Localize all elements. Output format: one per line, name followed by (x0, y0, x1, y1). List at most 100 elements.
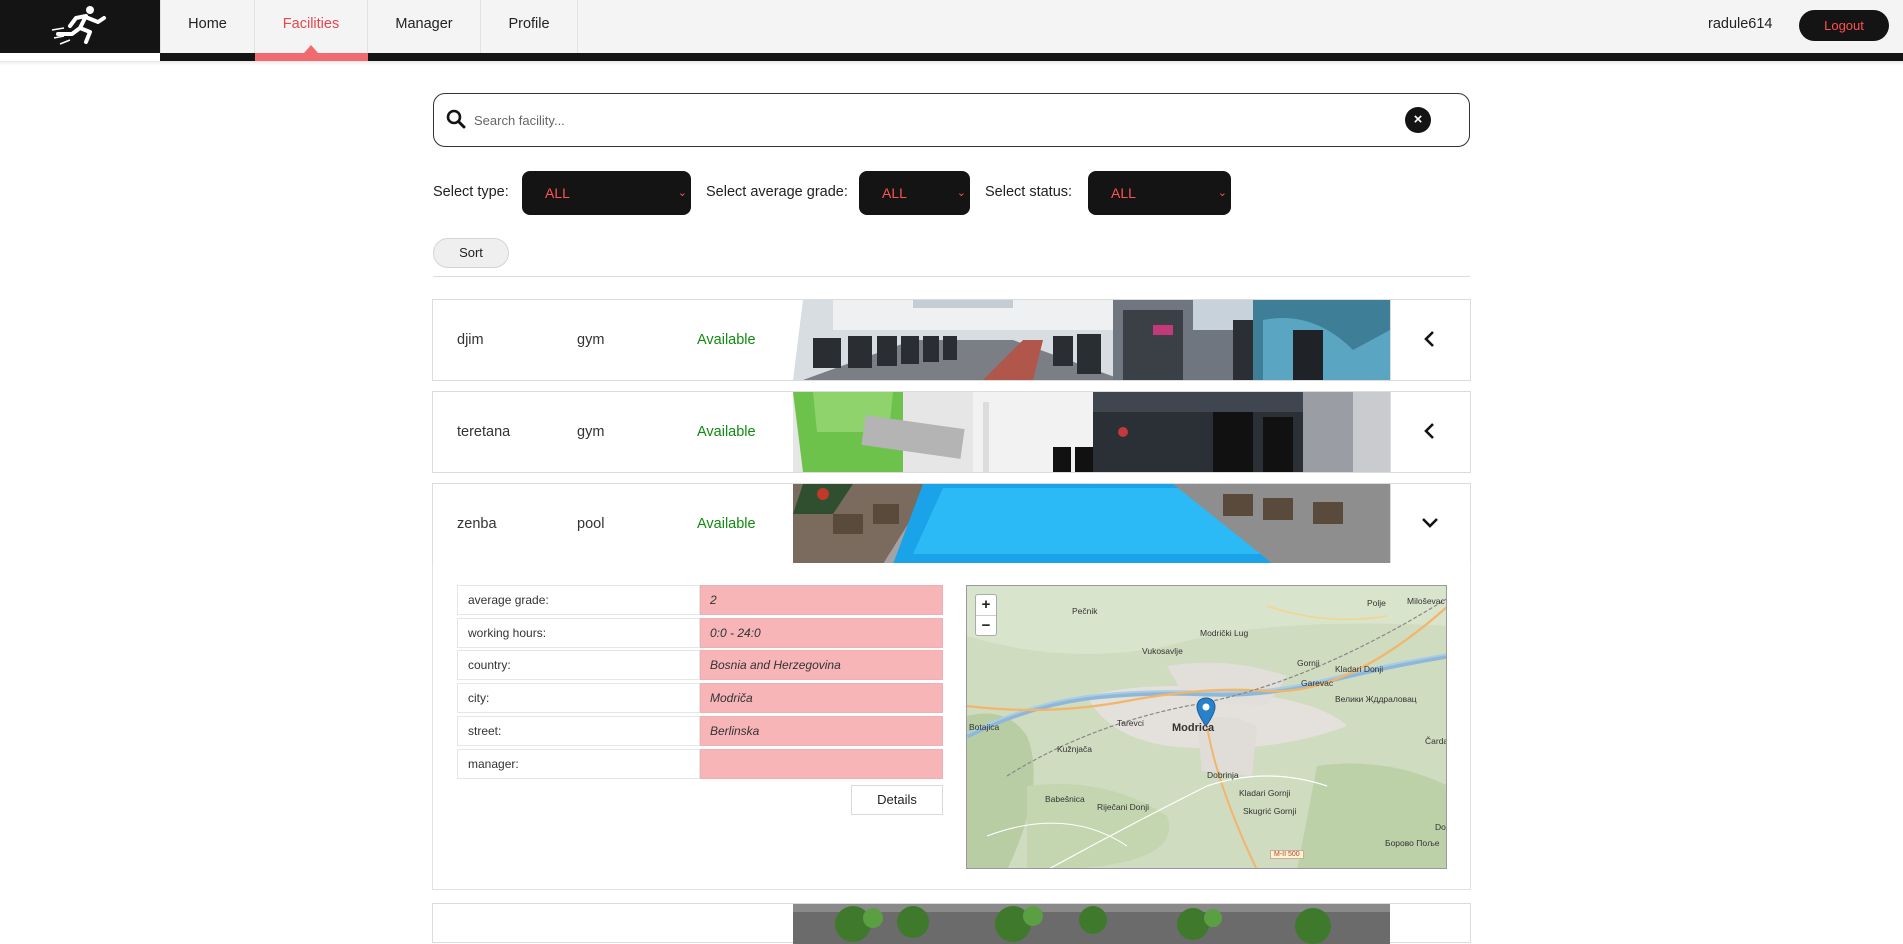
grade-select-value: ALL (882, 185, 907, 201)
map-label: Botajica (969, 722, 1000, 732)
map-label: Vukosavlje (1142, 646, 1183, 656)
facility-type: gym (577, 424, 605, 440)
map-label: Pečnik (1072, 606, 1098, 616)
nav-home[interactable]: Home (160, 0, 255, 53)
facility-row[interactable]: zenba pool Available (432, 483, 1471, 565)
detail-row: country: Bosnia and Herzegovina (457, 650, 943, 680)
facility-image (793, 484, 1390, 564)
type-select-value: ALL (545, 185, 570, 201)
facility-image (793, 392, 1390, 472)
map-marker-icon[interactable] (1196, 697, 1216, 727)
detail-value: Modriča (700, 683, 943, 713)
detail-row: average grade: 2 (457, 585, 943, 615)
nav-profile[interactable]: Profile (481, 0, 578, 53)
status-select-value: ALL (1111, 185, 1136, 201)
map-label: Kužnjača (1057, 744, 1092, 754)
facility-row[interactable] (432, 903, 1471, 944)
chevron-left-icon (1424, 331, 1434, 347)
status-select[interactable]: ALL ⌄ (1088, 171, 1231, 215)
search-icon (446, 109, 466, 129)
detail-label: manager: (457, 749, 700, 779)
map-label: Čardak (1425, 736, 1446, 746)
map-label: Riječani Donji (1097, 802, 1149, 812)
map-label: Polje (1367, 598, 1386, 608)
chevron-down-icon (1422, 518, 1438, 528)
map-label: Борово Поље (1385, 838, 1440, 848)
facility-row[interactable]: djim gym Available (432, 299, 1471, 381)
divider (433, 276, 1470, 277)
facility-status: Available (697, 332, 756, 348)
nav-shadow (0, 61, 1903, 65)
detail-row: city: Modriča (457, 683, 943, 713)
map-label: Dobrinja (1207, 770, 1239, 780)
collapse-toggle[interactable] (1390, 484, 1470, 564)
chevron-left-icon (1424, 423, 1434, 439)
facility-type: gym (577, 332, 605, 348)
detail-label: street: (457, 716, 700, 746)
grade-select[interactable]: ALL ⌄ (859, 171, 970, 215)
facility-status: Available (697, 516, 756, 532)
detail-value: Berlinska (700, 716, 943, 746)
map-label: Tarevci (1117, 718, 1144, 728)
facility-image (793, 300, 1390, 380)
logo[interactable] (0, 0, 160, 53)
facility-details-panel: average grade: 2 working hours: 0:0 - 24… (432, 563, 1471, 890)
expand-toggle[interactable] (1390, 300, 1470, 380)
expand-toggle[interactable] (1390, 392, 1470, 472)
detail-row: working hours: 0:0 - 24:0 (457, 618, 943, 648)
username: radule614 (1708, 16, 1773, 32)
detail-row: street: Berlinska (457, 716, 943, 746)
chevron-down-icon: ⌄ (1217, 187, 1227, 199)
detail-value: 0:0 - 24:0 (700, 618, 943, 648)
map-label: Modrički Lug (1200, 628, 1249, 638)
type-select[interactable]: ALL ⌄ (522, 171, 691, 215)
detail-row: manager: (457, 749, 943, 779)
detail-label: working hours: (457, 618, 700, 648)
map-label: Велики Жддраловац (1335, 694, 1417, 704)
search-input[interactable] (474, 108, 1374, 132)
facility-name: zenba (457, 516, 497, 532)
map-label: Skugrić Gornji (1243, 806, 1297, 816)
facility-row[interactable]: teretana gym Available (432, 391, 1471, 473)
facility-image (793, 904, 1390, 944)
nav-active-caret (304, 45, 318, 53)
road-number-label: M-II 500 (1270, 850, 1304, 859)
type-filter-label: Select type: (433, 184, 509, 200)
logo-underline (0, 53, 160, 61)
detail-label: city: (457, 683, 700, 713)
detail-label: country: (457, 650, 700, 680)
search-box: × (433, 93, 1470, 147)
status-filter-label: Select status: (985, 184, 1073, 200)
map-label: Kladari Gornji (1239, 788, 1291, 798)
details-button[interactable]: Details (851, 785, 943, 815)
zoom-out-button[interactable]: − (976, 615, 996, 635)
chevron-down-icon: ⌄ (677, 187, 687, 199)
map-zoom-controls: + − (975, 594, 997, 636)
facility-name: teretana (457, 424, 511, 440)
top-navbar: Home Facilities Manager Profile radule61… (0, 0, 1903, 53)
map-label: Kladari Donji (1335, 664, 1384, 674)
clear-search-icon[interactable]: × (1405, 107, 1431, 133)
detail-value: 2 (700, 585, 943, 615)
nav-active-indicator (255, 53, 368, 61)
facility-name: djim (457, 332, 484, 348)
facility-status: Available (697, 424, 756, 440)
map-label: Babešnica (1045, 794, 1085, 804)
map-label: Miloševac (1407, 596, 1445, 606)
zoom-in-button[interactable]: + (976, 595, 996, 615)
detail-value: Bosnia and Herzegovina (700, 650, 943, 680)
facility-type: pool (577, 516, 605, 532)
location-map[interactable]: + − Pečnik Modrički Lug Vukosavlje Polje… (966, 585, 1447, 869)
runner-logo-icon (51, 6, 106, 45)
detail-label: average grade: (457, 585, 700, 615)
nav-manager[interactable]: Manager (368, 0, 481, 53)
detail-value (700, 749, 943, 779)
grade-filter-label: Select average grade: (706, 184, 848, 200)
map-label: Garevac (1301, 678, 1334, 688)
nav-underline-bar (160, 53, 1903, 61)
chevron-down-icon: ⌄ (956, 187, 966, 199)
map-label: Do (1435, 822, 1446, 832)
logout-button[interactable]: Logout (1799, 10, 1889, 41)
map-label: Gornji (1297, 658, 1320, 668)
sort-button[interactable]: Sort (433, 238, 509, 268)
